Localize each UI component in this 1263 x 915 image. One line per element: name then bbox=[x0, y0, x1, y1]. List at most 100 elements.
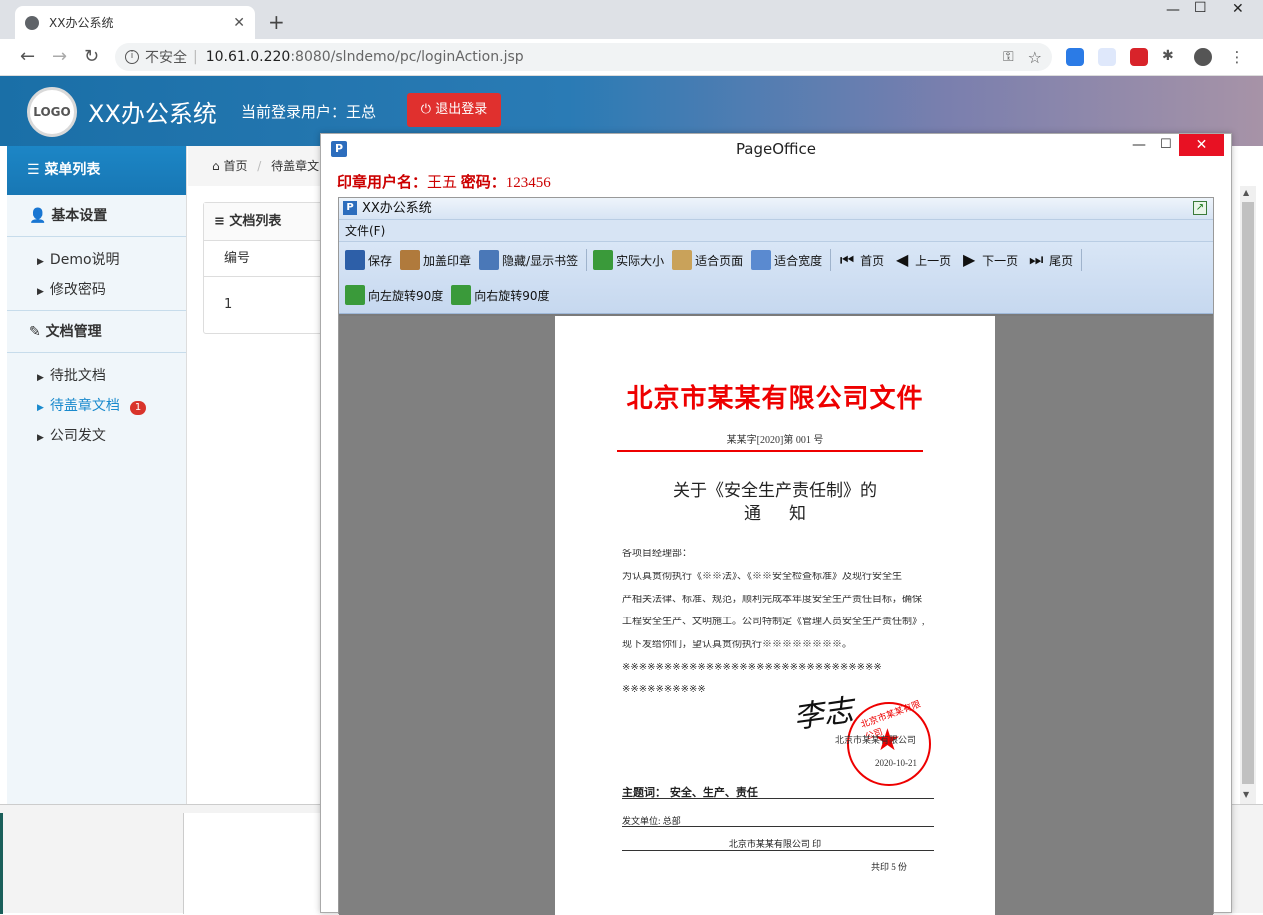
group-label: 基本设置 bbox=[51, 208, 108, 224]
rotate-left-icon bbox=[345, 285, 365, 305]
sidebar-group-document-management[interactable]: ✎ 文档管理 bbox=[7, 311, 186, 353]
maximize-window-icon[interactable]: ☐ bbox=[1194, 0, 1207, 16]
minimize-window-icon[interactable]: — bbox=[1166, 2, 1180, 18]
user-icon: 👤 bbox=[29, 208, 52, 224]
toolbar-button-label: 适合页面 bbox=[695, 253, 744, 268]
back-icon[interactable]: ← bbox=[20, 46, 35, 67]
address-bar[interactable]: i 不安全 | 10.61.0.220 :8080/slndemo/pc/log… bbox=[115, 43, 1052, 71]
handwritten-signature: 李志 bbox=[791, 692, 856, 736]
maximize-icon[interactable]: ☐ bbox=[1160, 137, 1172, 152]
sidebar-item-demo[interactable]: ▶ Demo说明 bbox=[7, 245, 186, 275]
separator: | bbox=[193, 49, 198, 65]
pageoffice-title: PageOffice bbox=[735, 140, 817, 158]
last-page-icon: ⏭ bbox=[1028, 250, 1044, 269]
background-pane bbox=[183, 813, 323, 914]
extension-bird-icon[interactable] bbox=[1098, 48, 1116, 66]
seal-user-name: 王五 bbox=[427, 175, 458, 191]
next-page-icon: ▶ bbox=[963, 250, 976, 269]
rotate-right-icon bbox=[451, 285, 472, 305]
toolbar-row-2: 向左旋转90度 向右旋转90度 bbox=[345, 280, 558, 310]
reload-icon[interactable]: ↻ bbox=[84, 46, 99, 67]
toolbar-button-label: 首页 bbox=[860, 253, 885, 268]
document-printer: 北京市某某有限公司 印 bbox=[728, 839, 822, 849]
new-tab-button[interactable]: + bbox=[268, 10, 285, 34]
minimize-icon[interactable]: — bbox=[1132, 137, 1146, 153]
browser-tab[interactable]: XX办公系统 ✕ bbox=[15, 6, 255, 39]
document-body-line: 产相关法律、标准、规范，顺利完成本年度安全生产责任目标，确保 bbox=[622, 595, 922, 605]
url-path: :8080/slndemo/pc/loginAction.jsp bbox=[290, 49, 524, 65]
pageoffice-titlebar[interactable]: P PageOffice — ☐ ✕ bbox=[321, 134, 1231, 164]
sidebar: ☰ 菜单列表 👤 基本设置 ▶ Demo说明 ▶ 修改密码 ✎ 文档管理 ▶ 待批文档… bbox=[7, 146, 187, 804]
office-menubar: 文件(F) bbox=[339, 220, 1213, 242]
fit-width-button[interactable]: 适合宽度 bbox=[751, 250, 822, 270]
sidebar-item-company-docs[interactable]: ▶ 公司发文 bbox=[7, 421, 186, 451]
document-body-line: ※※※※※※※※※※ bbox=[622, 685, 706, 695]
stamp-button[interactable]: 加盖印章 bbox=[400, 250, 471, 270]
actual-size-button[interactable]: 实际大小 bbox=[593, 250, 664, 270]
document-list-panel: ≡ 文档列表 编号 1 bbox=[203, 202, 328, 334]
logout-label: 退出登录 bbox=[435, 102, 488, 117]
pageoffice-window: P PageOffice — ☐ ✕ 印章用户名：王五 密码：123456 P … bbox=[320, 133, 1232, 915]
caret-right-icon: ▶ bbox=[37, 433, 44, 443]
profile-icon[interactable] bbox=[1194, 48, 1212, 66]
office-titlebar: P XX办公系统 ↗ bbox=[339, 198, 1213, 220]
popout-icon[interactable]: ↗ bbox=[1193, 201, 1207, 215]
csdn-extension-icon[interactable] bbox=[1130, 48, 1148, 66]
toolbar-button-label: 隐藏/显示书签 bbox=[502, 253, 579, 268]
close-window-icon[interactable]: ✕ bbox=[1232, 1, 1244, 17]
divider bbox=[622, 850, 934, 851]
toolbar-button-label: 下一页 bbox=[982, 253, 1019, 268]
document-body-line: ※※※※※※※※※※※※※※※※※※※※※※※※※※※※※※※ bbox=[622, 663, 882, 673]
rotate-left-button[interactable]: 向左旋转90度 bbox=[345, 285, 443, 305]
prev-page-button[interactable]: ◀ 上一页 bbox=[892, 250, 951, 270]
puzzle-icon[interactable]: ✱ bbox=[1162, 48, 1180, 66]
last-page-button[interactable]: ⏭ 尾页 bbox=[1026, 250, 1073, 270]
globe-icon bbox=[25, 15, 39, 30]
document-body-line: 为认真贯彻执行《※※法》、《※※安全检查标准》及现行安全生 bbox=[622, 572, 902, 582]
power-icon: ⏻ bbox=[420, 102, 436, 117]
extension-icon[interactable] bbox=[1066, 48, 1084, 66]
menu-header: ☰ 菜单列表 bbox=[7, 146, 186, 195]
rotate-right-button[interactable]: 向右旋转90度 bbox=[451, 285, 550, 305]
document-page[interactable]: 北京市某某有限公司文件 某某字[2020]第 001 号 关于《安全生产责任制》… bbox=[555, 316, 995, 915]
close-tab-icon[interactable]: ✕ bbox=[233, 15, 245, 31]
forward-icon[interactable]: → bbox=[52, 46, 67, 67]
logout-button[interactable]: ⏻ 退出登录 bbox=[407, 93, 501, 127]
column-header-number: 编号 bbox=[204, 241, 327, 277]
toolbar-button-label: 尾页 bbox=[1049, 253, 1074, 268]
toolbar-separator bbox=[1081, 249, 1083, 271]
document-subject-line-2: 通知 bbox=[744, 504, 834, 524]
fit-page-button[interactable]: 适合页面 bbox=[672, 250, 743, 270]
list-icon: ☰ bbox=[27, 162, 45, 178]
star-icon[interactable]: ☆ bbox=[1028, 48, 1042, 67]
info-icon[interactable]: i bbox=[125, 50, 139, 64]
office-title: XX办公系统 bbox=[362, 201, 432, 216]
scroll-up-icon[interactable]: ▲ bbox=[1243, 188, 1249, 197]
count-badge: 1 bbox=[129, 401, 147, 415]
sidebar-group-basic-settings[interactable]: 👤 基本设置 bbox=[7, 195, 186, 237]
save-button[interactable]: 保存 bbox=[345, 250, 392, 270]
divider bbox=[622, 798, 934, 799]
caret-right-icon: ▶ bbox=[37, 373, 44, 383]
first-page-button[interactable]: ⏮ 首页 bbox=[837, 250, 884, 270]
key-icon[interactable]: ⚿ bbox=[1003, 49, 1014, 65]
document-body-line: 现下发给你们，望认真贯彻执行※※※※※※※※。 bbox=[622, 640, 852, 650]
logo: LOGO bbox=[27, 87, 77, 137]
sidebar-item-pending-seal[interactable]: ▶ 待盖章文档 1 bbox=[7, 391, 186, 421]
next-page-button[interactable]: ▶ 下一页 bbox=[959, 250, 1018, 270]
page-scrollbar-thumb[interactable] bbox=[1242, 202, 1254, 784]
close-icon[interactable]: ✕ bbox=[1179, 134, 1224, 156]
browser-tab-strip: XX办公系统 ✕ + — ☐ ✕ bbox=[0, 0, 1263, 39]
document-viewport[interactable]: 北京市某某有限公司文件 某某字[2020]第 001 号 关于《安全生产责任制》… bbox=[339, 316, 1213, 915]
breadcrumb-home[interactable]: 首页 bbox=[223, 159, 247, 173]
menu-file[interactable]: 文件(F) bbox=[345, 224, 385, 238]
sidebar-item-pending-approval[interactable]: ▶ 待批文档 bbox=[7, 361, 186, 391]
sidebar-item-label: 修改密码 bbox=[49, 282, 106, 298]
sidebar-item-change-password[interactable]: ▶ 修改密码 bbox=[7, 275, 186, 305]
office-toolbar: 保存 加盖印章 隐藏/显示书签 实际大小 适合页面 适合宽度 ⏮ 首页 ◀ 上一页 ▶ 下一页 ⏭ 尾页 … bbox=[339, 242, 1213, 314]
scroll-down-icon[interactable]: ▼ bbox=[1243, 790, 1249, 799]
password-label: 密码： bbox=[457, 175, 506, 191]
more-menu-icon[interactable]: ⋮ bbox=[1228, 48, 1246, 66]
red-divider bbox=[617, 450, 923, 452]
bookmark-button[interactable]: 隐藏/显示书签 bbox=[479, 250, 578, 270]
